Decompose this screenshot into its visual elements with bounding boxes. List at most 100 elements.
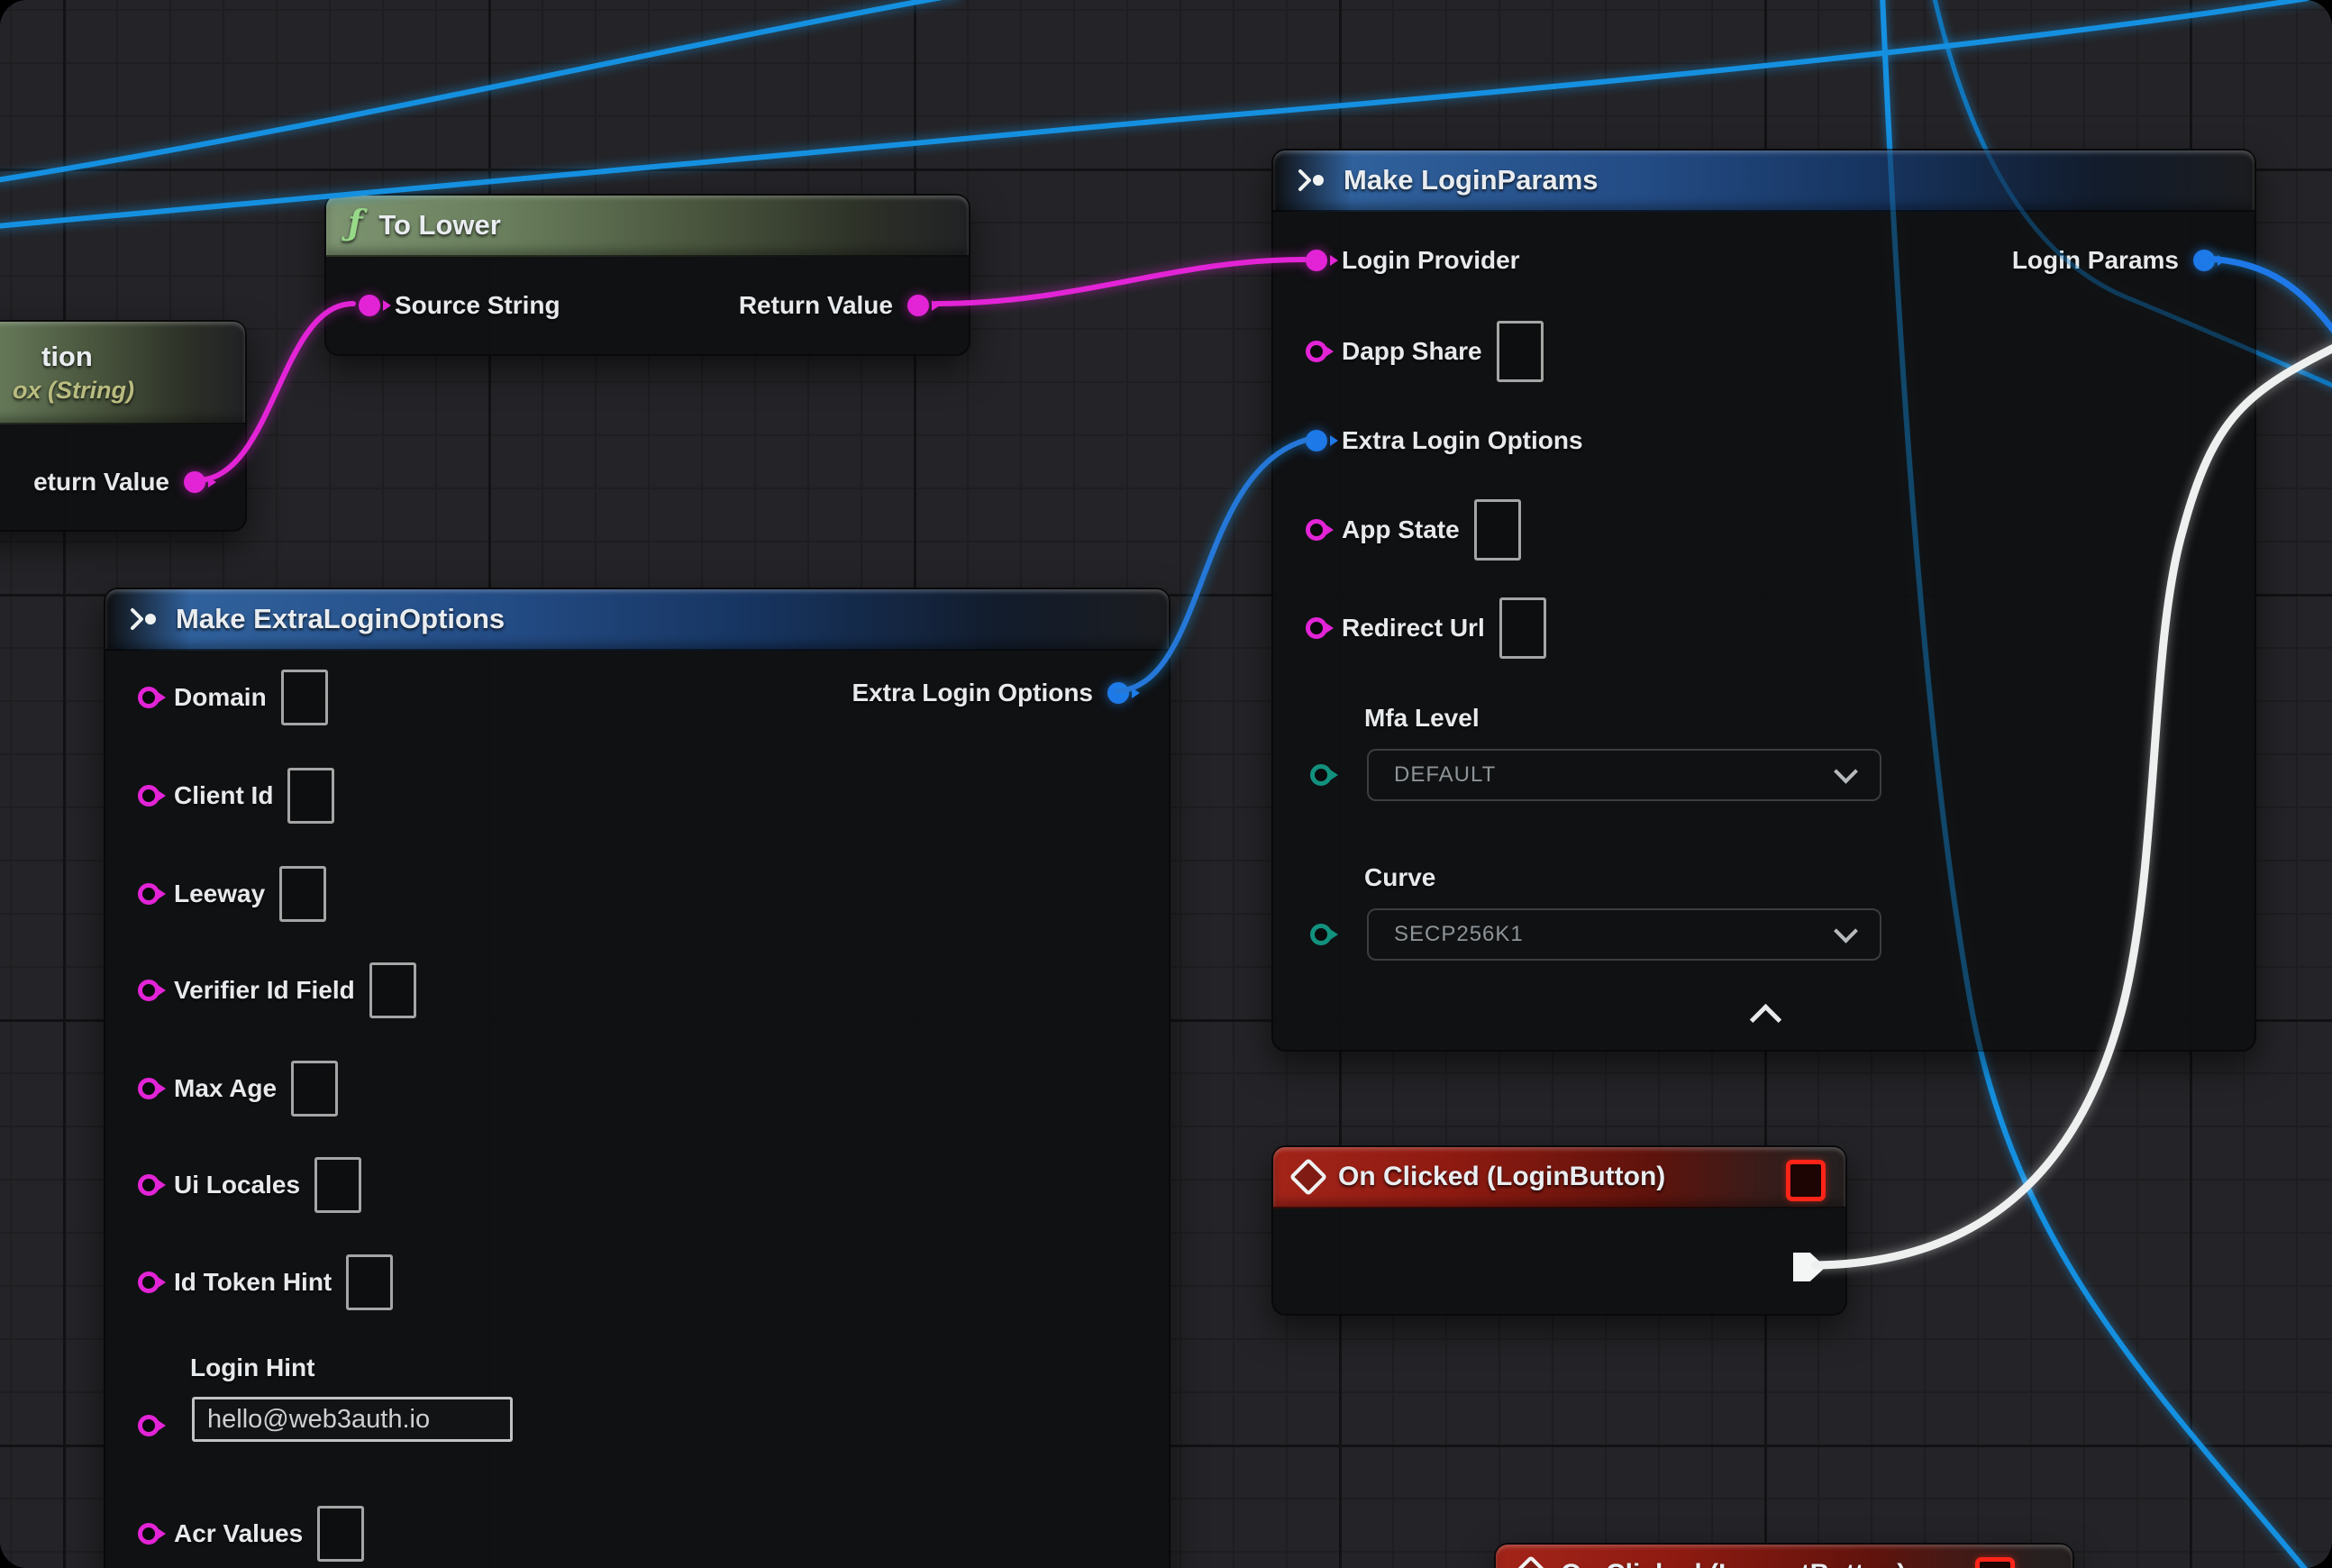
wire-return-to-login-provider[interactable] xyxy=(935,260,1305,304)
id-token-hint-value-field[interactable] xyxy=(346,1254,393,1310)
node-title: To Lower xyxy=(378,209,500,242)
pin-leeway[interactable] xyxy=(138,883,159,905)
pin-label: Max Age xyxy=(174,1074,277,1103)
pin-client-id[interactable] xyxy=(138,785,159,807)
pin-row-client-id: Client Id xyxy=(138,770,334,822)
pin-verifier-id-field[interactable] xyxy=(138,980,159,1001)
pin-label: eturn Value xyxy=(33,468,169,497)
pin-row-login-params-out: Login Params xyxy=(2012,234,2215,287)
pin-max-age[interactable] xyxy=(138,1078,159,1099)
pin-row-ui-locales: Ui Locales xyxy=(138,1159,361,1211)
pin-return-value[interactable] xyxy=(184,471,205,493)
pin-row-return-value: Return Value xyxy=(739,279,929,332)
verifier-id-value-field[interactable] xyxy=(369,962,416,1018)
node-header[interactable]: Make ExtraLoginOptions xyxy=(105,589,1169,651)
pin-row-app-state: App State xyxy=(1306,504,1521,556)
pin-row-extra-login-options-out: Extra Login Options xyxy=(852,667,1129,719)
pin-row-redirect-url: Redirect Url xyxy=(1306,602,1546,654)
pin-row-id-token-hint: Id Token Hint xyxy=(138,1256,393,1308)
node-header[interactable]: Make LoginParams xyxy=(1273,150,2255,212)
pin-app-state[interactable] xyxy=(1306,519,1327,541)
pin-row-login-provider: Login Provider xyxy=(1306,234,1520,287)
node-get-text-partial[interactable]: tion ox (String) eturn Value xyxy=(0,320,247,532)
pin-mfa-level[interactable] xyxy=(1310,764,1332,786)
pin-row-verifier-id-field: Verifier Id Field xyxy=(138,964,416,1016)
event-icon xyxy=(1289,1158,1327,1196)
leeway-value-field[interactable] xyxy=(279,866,326,922)
pin-label: Dapp Share xyxy=(1342,337,1482,366)
pin-extra-login-options-out[interactable] xyxy=(1107,682,1129,704)
node-make-login-params[interactable]: Make LoginParams Login Params Login Prov… xyxy=(1271,149,2256,1052)
pin-label: Login Provider xyxy=(1342,246,1520,275)
collapse-node-button[interactable] xyxy=(1750,1004,1781,1035)
node-header[interactable]: On Clicked (LoginButton) xyxy=(1273,1147,1845,1208)
node-header[interactable]: tion ox (String) xyxy=(0,322,245,424)
pin-label: Acr Values xyxy=(174,1519,303,1548)
app-state-value-field[interactable] xyxy=(1474,499,1521,561)
node-subtitle-fragment: ox (String) xyxy=(13,377,134,405)
pin-label: Id Token Hint xyxy=(174,1268,332,1297)
blueprint-graph-canvas[interactable]: tion ox (String) eturn Value ƒ To Lower … xyxy=(0,0,2332,1568)
pin-label: Ui Locales xyxy=(174,1171,300,1199)
pin-id-token-hint[interactable] xyxy=(138,1272,159,1293)
node-to-lower[interactable]: ƒ To Lower Source String Return Value xyxy=(324,194,970,356)
node-on-clicked-logout-button[interactable]: On Clicked (LogoutButton) xyxy=(1494,1543,2074,1568)
pin-row-acr-values: Acr Values xyxy=(138,1508,364,1560)
curve-select[interactable]: SECP256K1 xyxy=(1367,908,1881,961)
node-title: Make ExtraLoginOptions xyxy=(176,603,505,635)
max-age-value-field[interactable] xyxy=(291,1061,338,1117)
pin-extra-login-options-in[interactable] xyxy=(1306,430,1327,451)
pin-label: Verifier Id Field xyxy=(174,976,355,1005)
pin-label: Extra Login Options xyxy=(1342,426,1583,455)
mfa-level-label: Mfa Level xyxy=(1364,704,1480,733)
pin-login-provider[interactable] xyxy=(1306,250,1327,271)
redirect-url-value-field[interactable] xyxy=(1499,597,1546,659)
pin-dapp-share[interactable] xyxy=(1306,341,1327,362)
dapp-share-value-field[interactable] xyxy=(1497,321,1544,382)
acr-values-value-field[interactable] xyxy=(317,1506,364,1562)
mfa-level-select[interactable]: DEFAULT xyxy=(1367,749,1881,801)
pin-row-leeway: Leeway xyxy=(138,868,326,920)
ui-locales-value-field[interactable] xyxy=(314,1157,361,1213)
pin-login-params-out[interactable] xyxy=(2193,250,2215,271)
node-title: Make LoginParams xyxy=(1344,164,1599,196)
make-struct-icon xyxy=(1295,169,1327,192)
pin-login-hint[interactable] xyxy=(138,1415,159,1436)
domain-value-field[interactable] xyxy=(281,670,328,725)
chevron-down-icon xyxy=(1834,759,1858,783)
event-icon xyxy=(1512,1555,1550,1568)
node-title: On Clicked (LogoutButton) xyxy=(1561,1559,1906,1568)
pin-source-string[interactable] xyxy=(359,295,380,316)
pin-label: Extra Login Options xyxy=(852,679,1093,707)
node-title-fragment: tion xyxy=(41,341,93,373)
pin-curve[interactable] xyxy=(1310,924,1332,945)
pin-label: Domain xyxy=(174,683,267,712)
login-hint-label: Login Hint xyxy=(190,1354,314,1382)
pin-label: Client Id xyxy=(174,781,273,810)
pin-label: Source String xyxy=(395,291,560,320)
node-header[interactable]: ƒ To Lower xyxy=(326,196,969,257)
pin-row-source-string: Source String xyxy=(359,279,560,332)
chevron-down-icon xyxy=(1834,918,1858,943)
wire-top-cyan-a[interactable] xyxy=(0,0,957,180)
pin-label: Leeway xyxy=(174,880,265,908)
pin-row-dapp-share: Dapp Share xyxy=(1306,325,1544,378)
mfa-level-value: DEFAULT xyxy=(1394,762,1496,788)
pin-acr-values[interactable] xyxy=(138,1523,159,1545)
curve-label: Curve xyxy=(1364,863,1435,892)
pin-ui-locales[interactable] xyxy=(138,1174,159,1196)
curve-value: SECP256K1 xyxy=(1394,922,1524,947)
login-hint-input[interactable] xyxy=(192,1397,513,1442)
delegate-pin[interactable] xyxy=(1975,1557,2015,1568)
exec-output-pin[interactable] xyxy=(1793,1253,1826,1281)
node-make-extra-login-options[interactable]: Make ExtraLoginOptions Extra Login Optio… xyxy=(104,588,1171,1568)
make-struct-icon xyxy=(127,607,159,631)
delegate-pin[interactable] xyxy=(1786,1160,1826,1201)
node-on-clicked-login-button[interactable]: On Clicked (LoginButton) xyxy=(1271,1145,1847,1316)
pin-row-return-value-partial: eturn Value xyxy=(33,456,205,508)
function-icon: ƒ xyxy=(348,205,362,240)
client-id-value-field[interactable] xyxy=(287,768,334,824)
pin-redirect-url[interactable] xyxy=(1306,617,1327,639)
pin-domain[interactable] xyxy=(138,687,159,708)
pin-return-value[interactable] xyxy=(907,295,929,316)
